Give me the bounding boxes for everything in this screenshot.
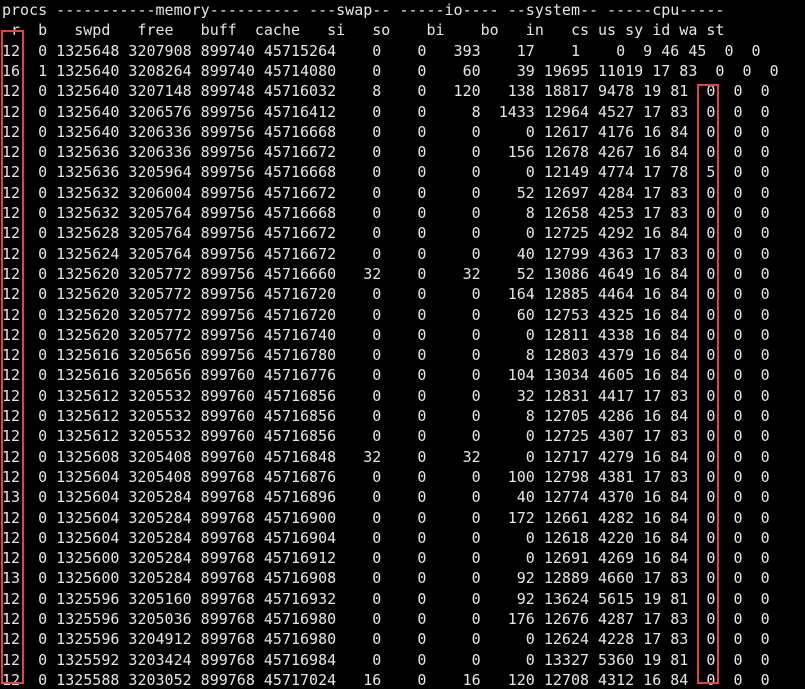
terminal-window[interactable]: procs -----------memory---------- ---swa… <box>0 0 805 689</box>
vmstat-row: 12 0 1325616 3205656 899760 45716776 0 0… <box>2 366 770 385</box>
vmstat-row: 13 0 1325600 3205284 899768 45716908 0 0… <box>2 569 770 588</box>
vmstat-row: 12 0 1325620 3205772 899756 45716740 0 0… <box>2 325 770 344</box>
vmstat-row: 13 0 1325604 3205284 899768 45716896 0 0… <box>2 488 770 507</box>
vmstat-row: 16 1 1325640 3208264 899740 45714080 0 0… <box>2 61 779 80</box>
vmstat-row: 12 0 1325640 3206336 899756 45716668 0 0… <box>2 122 770 141</box>
vmstat-row: 12 0 1325604 3205408 899768 45716876 0 0… <box>2 467 770 486</box>
highlight-box-wa-column <box>697 84 719 684</box>
vmstat-row: 12 0 1325636 3206336 899756 45716672 0 0… <box>2 143 770 162</box>
vmstat-row: 12 0 1325612 3205532 899760 45716856 0 0… <box>2 386 770 405</box>
vmstat-row: 12 0 1325632 3205764 899756 45716668 0 0… <box>2 204 770 222</box>
vmstat-row: 12 0 1325596 3205036 899768 45716980 0 0… <box>2 610 770 628</box>
vmstat-row: 12 0 1325648 3207908 899740 45715264 0 0… <box>2 41 761 60</box>
vmstat-row: 12 0 1325640 3206576 899756 45716412 0 0… <box>2 102 770 121</box>
vmstat-row: 12 0 1325624 3205764 899756 45716672 0 0… <box>2 244 770 263</box>
vmstat-row: 12 0 1325596 3204912 899768 45716980 0 0… <box>2 630 770 649</box>
vmstat-row: 12 0 1325588 3203052 899768 45717024 16 … <box>2 670 770 689</box>
vmstat-row: 12 0 1325616 3205656 899756 45716780 0 0… <box>2 346 770 365</box>
vmstat-row: 12 0 1325600 3205284 899768 45716912 0 0… <box>2 549 770 568</box>
vmstat-row: 12 0 1325604 3205284 899768 45716904 0 0… <box>2 528 770 547</box>
vmstat-row: 12 0 1325620 3205772 899756 45716720 0 0… <box>2 305 770 324</box>
vmstat-row: 12 0 1325596 3205160 899768 45716932 0 0… <box>2 589 770 608</box>
vmstat-row: 12 0 1325620 3205772 899756 45716720 0 0… <box>2 285 770 304</box>
vmstat-row: 12 0 1325608 3205408 899760 45716848 32 … <box>2 447 770 466</box>
vmstat-row: 12 0 1325620 3205772 899756 45716660 32 … <box>2 264 770 283</box>
vmstat-row: 12 0 1325628 3205764 899756 45716672 0 0… <box>2 224 770 243</box>
vmstat-row: 12 0 1325640 3207148 899748 45716032 8 0… <box>2 82 770 101</box>
vmstat-row: 12 0 1325636 3205964 899756 45716668 0 0… <box>2 163 770 182</box>
highlight-box-r-column <box>1 30 24 684</box>
vmstat-header-groups: procs -----------memory---------- ---swa… <box>2 1 725 19</box>
vmstat-row: 12 0 1325592 3203424 899768 45716984 0 0… <box>2 650 770 669</box>
vmstat-row: 12 0 1325612 3205532 899760 45716856 0 0… <box>2 427 770 446</box>
vmstat-row: 12 0 1325604 3205284 899768 45716900 0 0… <box>2 508 770 527</box>
vmstat-row: 12 0 1325632 3206004 899756 45716672 0 0… <box>2 183 770 202</box>
vmstat-header-columns: r b swpd free buff cache si so bi bo in … <box>2 21 725 40</box>
vmstat-row: 12 0 1325612 3205532 899760 45716856 0 0… <box>2 407 770 425</box>
